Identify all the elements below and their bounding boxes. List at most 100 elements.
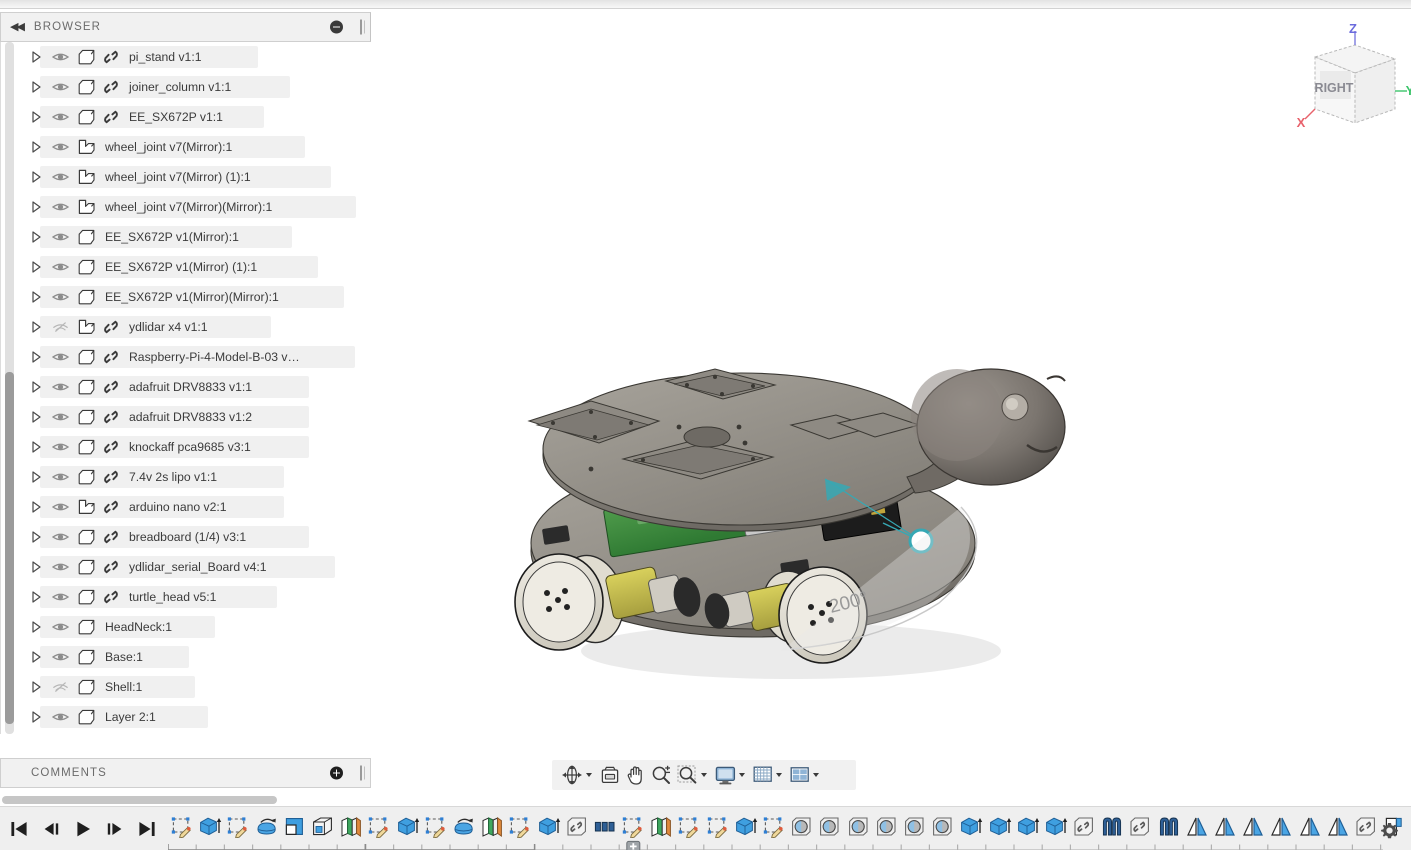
timeline-feature-mirror[interactable] <box>1239 812 1267 842</box>
timeline-feature-sketch[interactable] <box>422 812 450 842</box>
timeline-feature-extrude[interactable] <box>534 812 562 842</box>
timeline-feature-component[interactable] <box>563 812 591 842</box>
expand-arrow-icon[interactable] <box>25 501 47 513</box>
expand-arrow-icon[interactable] <box>25 51 47 63</box>
timeline-feature-fillet[interactable] <box>281 812 309 842</box>
chevron-down-icon[interactable] <box>813 773 819 777</box>
expand-arrow-icon[interactable] <box>25 711 47 723</box>
viewports-icon[interactable] <box>787 761 824 789</box>
timeline-feature-sketch[interactable] <box>760 812 788 842</box>
timeline-feature-mirror[interactable] <box>1296 812 1324 842</box>
timeline-feature-revolve[interactable] <box>253 812 281 842</box>
eye-visible-icon[interactable] <box>47 171 73 183</box>
display-settings-icon[interactable] <box>712 761 750 789</box>
timeline-feature-sketch[interactable] <box>224 812 252 842</box>
browser-tree-row[interactable]: wheel_joint v7(Mirror) (1):1 <box>25 162 372 192</box>
chevron-down-icon[interactable] <box>776 773 782 777</box>
step-back-button[interactable] <box>36 815 66 843</box>
timeline-feature-extrude[interactable] <box>957 812 985 842</box>
browser-tree-row[interactable]: adafruit DRV8833 v1:1 <box>25 372 372 402</box>
pan-hand-icon[interactable] <box>623 761 648 789</box>
expand-arrow-icon[interactable] <box>25 441 47 453</box>
browser-tree-row[interactable]: HeadNeck:1 <box>25 612 372 642</box>
timeline-feature-sketch[interactable] <box>675 812 703 842</box>
comments-resize-grip[interactable] <box>360 765 365 781</box>
browser-tree-row[interactable]: EE_SX672P v1:1 <box>25 102 372 132</box>
eye-visible-icon[interactable] <box>47 561 73 573</box>
eye-visible-icon[interactable] <box>47 411 73 423</box>
timeline-feature-mirror[interactable] <box>1183 812 1211 842</box>
expand-arrow-icon[interactable] <box>25 201 47 213</box>
browser-tree-row[interactable]: adafruit DRV8833 v1:2 <box>25 402 372 432</box>
timeline-feature-extrude[interactable] <box>394 812 422 842</box>
browser-tree-row[interactable]: ydlidar_serial_Board v4:1 <box>25 552 372 582</box>
view-cube[interactable]: RIGHT Z Y X <box>1293 21 1411 143</box>
expand-arrow-icon[interactable] <box>25 651 47 663</box>
timeline-axis[interactable] <box>168 843 1383 850</box>
timeline-feature-extrude[interactable] <box>1042 812 1070 842</box>
expand-arrow-icon[interactable] <box>25 531 47 543</box>
timeline-feature-sketch[interactable] <box>506 812 534 842</box>
timeline-feature-mirror[interactable] <box>1267 812 1295 842</box>
expand-arrow-icon[interactable] <box>25 141 47 153</box>
expand-arrow-icon[interactable] <box>25 591 47 603</box>
timeline-feature-joint[interactable] <box>929 812 957 842</box>
expand-arrow-icon[interactable] <box>25 81 47 93</box>
browser-tree-row[interactable]: Shell:1 <box>25 672 372 702</box>
browser-tree-row[interactable]: EE_SX672P v1(Mirror)(Mirror):1 <box>25 282 372 312</box>
panel-resize-grip[interactable] <box>360 19 365 35</box>
browser-tree-row[interactable]: EE_SX672P v1(Mirror) (1):1 <box>25 252 372 282</box>
look-at-icon[interactable] <box>597 761 623 789</box>
browser-tree-row[interactable]: 7.4v 2s lipo v1:1 <box>25 462 372 492</box>
timeline-feature-revolve[interactable] <box>450 812 478 842</box>
expand-arrow-icon[interactable] <box>25 231 47 243</box>
expand-arrow-icon[interactable] <box>25 171 47 183</box>
timeline-feature-joint[interactable] <box>901 812 929 842</box>
grid-snap-icon[interactable] <box>750 761 787 789</box>
expand-arrow-icon[interactable] <box>25 111 47 123</box>
expand-arrow-icon[interactable] <box>25 681 47 693</box>
browser-tree-row[interactable]: pi_stand v1:1 <box>25 42 372 72</box>
zoom-window-icon[interactable] <box>674 761 712 789</box>
browser-tree-row[interactable]: joiner_column v1:1 <box>25 72 372 102</box>
eye-visible-icon[interactable] <box>47 711 73 723</box>
chevron-down-icon[interactable] <box>586 773 592 777</box>
timeline-feature-mirror-plane[interactable] <box>337 812 365 842</box>
expand-arrow-icon[interactable] <box>25 621 47 633</box>
eye-hidden-icon[interactable] <box>47 681 73 693</box>
go-to-end-button[interactable] <box>132 815 162 843</box>
browser-tree-row[interactable]: turtle_head v5:1 <box>25 582 372 612</box>
eye-visible-icon[interactable] <box>47 621 73 633</box>
browser-panel-header[interactable]: ◀◀ BROWSER <box>0 12 371 42</box>
timeline-feature-joint[interactable] <box>788 812 816 842</box>
eye-visible-icon[interactable] <box>47 531 73 543</box>
browser-tree-row[interactable]: wheel_joint v7(Mirror):1 <box>25 132 372 162</box>
eye-visible-icon[interactable] <box>47 261 73 273</box>
chevron-down-icon[interactable] <box>701 773 707 777</box>
browser-tree-row[interactable]: wheel_joint v7(Mirror)(Mirror):1 <box>25 192 372 222</box>
eye-hidden-icon[interactable] <box>47 321 73 333</box>
eye-visible-icon[interactable] <box>47 291 73 303</box>
browser-vertical-scrollbar-thumb[interactable] <box>5 372 14 724</box>
timeline-feature-extrude[interactable] <box>1014 812 1042 842</box>
timeline-feature-shell[interactable] <box>309 812 337 842</box>
timeline-feature-mirror-plane[interactable] <box>478 812 506 842</box>
timeline-feature-joint[interactable] <box>873 812 901 842</box>
expand-arrow-icon[interactable] <box>25 411 47 423</box>
timeline-feature-sketch[interactable] <box>704 812 732 842</box>
expand-arrow-icon[interactable] <box>25 561 47 573</box>
timeline-feature-component[interactable] <box>1352 812 1380 842</box>
timeline-feature-mirror[interactable] <box>1211 812 1239 842</box>
minus-circle-icon[interactable] <box>330 20 343 34</box>
eye-visible-icon[interactable] <box>47 381 73 393</box>
expand-arrow-icon[interactable] <box>25 261 47 273</box>
timeline-feature-component[interactable] <box>1126 812 1154 842</box>
expand-arrow-icon[interactable] <box>25 291 47 303</box>
eye-visible-icon[interactable] <box>47 651 73 663</box>
plus-circle-icon[interactable] <box>330 766 343 780</box>
double-left-arrows-icon[interactable]: ◀◀ <box>10 21 25 33</box>
timeline-feature-mirror[interactable] <box>1324 812 1352 842</box>
step-forward-button[interactable] <box>100 815 130 843</box>
3d-canvas[interactable]: RIGHT Z Y X 200° <box>371 9 1411 803</box>
chevron-down-icon[interactable] <box>739 773 745 777</box>
